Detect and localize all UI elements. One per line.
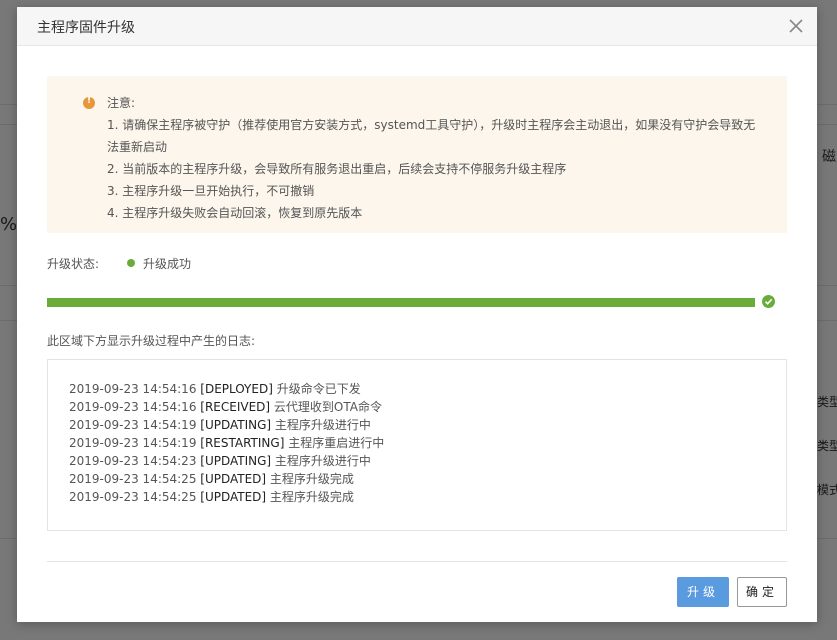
notice-item: 4. 主程序升级失败会自动回滚，恢复到原先版本 — [107, 206, 363, 220]
log-timestamp: 2019-09-23 14:54:25 — [69, 490, 201, 504]
log-timestamp: 2019-09-23 14:54:16 — [69, 400, 201, 414]
progress-fill — [47, 298, 755, 307]
footer-divider — [47, 561, 787, 562]
confirm-button[interactable]: 确定 — [737, 577, 787, 607]
log-status-code: [UPDATING] — [200, 454, 272, 468]
notice-heading: 注意: — [107, 96, 136, 110]
log-status-code: [DEPLOYED] — [200, 382, 273, 396]
notice-item: 1. 请确保主程序被守护（推荐使用官方安装方式，systemd工具守护），升级时… — [107, 118, 756, 132]
log-message: 主程序重启进行中 — [284, 436, 385, 450]
status-label: 升级状态: — [47, 257, 100, 271]
status-value: 升级成功 — [143, 257, 192, 271]
log-status-code: [UPDATING] — [200, 418, 272, 432]
log-message: 主程序升级进行中 — [271, 454, 371, 468]
log-message: 主程序升级完成 — [266, 490, 354, 504]
status-dot-icon — [127, 259, 135, 267]
log-panel[interactable]: 2019-09-23 14:54:16 [DEPLOYED] 升级命令已下发 20… — [47, 359, 787, 531]
log-line: 2019-09-23 14:54:19 [UPDATING] 主程序升级进行中 — [69, 416, 384, 434]
firmware-upgrade-dialog: 主程序固件升级 注意: 1. 请确保主程序被守护（推荐使用官方安装方式，syst… — [17, 7, 817, 622]
log-line: 2019-09-23 14:54:16 [DEPLOYED] 升级命令已下发 — [69, 380, 384, 398]
log-line: 2019-09-23 14:54:25 [UPDATED] 主程序升级完成 — [69, 470, 384, 488]
log-message: 升级命令已下发 — [272, 382, 361, 396]
upgrade-button[interactable]: 升级 — [677, 577, 729, 607]
upgrade-progress-bar — [47, 298, 755, 307]
warning-icon — [83, 96, 95, 109]
log-line: 2019-09-23 14:54:23 [UPDATING] 主程序升级进行中 — [69, 452, 384, 470]
log-timestamp: 2019-09-23 14:54:16 — [69, 382, 201, 396]
log-line: 2019-09-23 14:54:19 [RESTARTING] 主程序重启进行… — [69, 434, 384, 452]
log-message: 主程序升级完成 — [266, 472, 354, 486]
notice-item: 法重新启动 — [107, 140, 168, 154]
log-caption: 此区域下方显示升级过程中产生的日志: — [47, 334, 256, 348]
log-line: 2019-09-23 14:54:16 [RECEIVED] 云代理收到OTA命… — [69, 398, 384, 416]
log-status-code: [RESTARTING] — [200, 436, 285, 450]
log-status-code: [UPDATED] — [200, 490, 267, 504]
log-timestamp: 2019-09-23 14:54:25 — [69, 472, 201, 486]
log-status-code: [RECEIVED] — [200, 400, 271, 414]
log-status-code: [UPDATED] — [200, 472, 267, 486]
dialog-title: 主程序固件升级 — [37, 20, 135, 36]
log-timestamp: 2019-09-23 14:54:23 — [69, 454, 201, 468]
notice-item: 2. 当前版本的主程序升级，会导致所有服务退出重启，后续会支持不停服务升级主程序 — [107, 162, 567, 176]
log-timestamp: 2019-09-23 14:54:19 — [69, 436, 201, 450]
check-circle-icon — [762, 295, 775, 308]
close-button[interactable] — [785, 15, 807, 37]
log-lines: 2019-09-23 14:54:16 [DEPLOYED] 升级命令已下发 20… — [69, 380, 384, 506]
log-message: 云代理收到OTA命令 — [270, 400, 382, 414]
close-icon — [785, 15, 807, 37]
notice-item: 3. 主程序升级一旦开始执行，不可撤销 — [107, 184, 315, 198]
notice-text: 注意: 1. 请确保主程序被守护（推荐使用官方安装方式，systemd工具守护）… — [107, 92, 767, 224]
log-timestamp: 2019-09-23 14:54:19 — [69, 418, 201, 432]
log-line: 2019-09-23 14:54:25 [UPDATED] 主程序升级完成 — [69, 488, 384, 506]
dialog-header: 主程序固件升级 — [17, 7, 817, 46]
log-message: 主程序升级进行中 — [271, 418, 371, 432]
notice-panel: 注意: 1. 请确保主程序被守护（推荐使用官方安装方式，systemd工具守护）… — [47, 76, 787, 233]
